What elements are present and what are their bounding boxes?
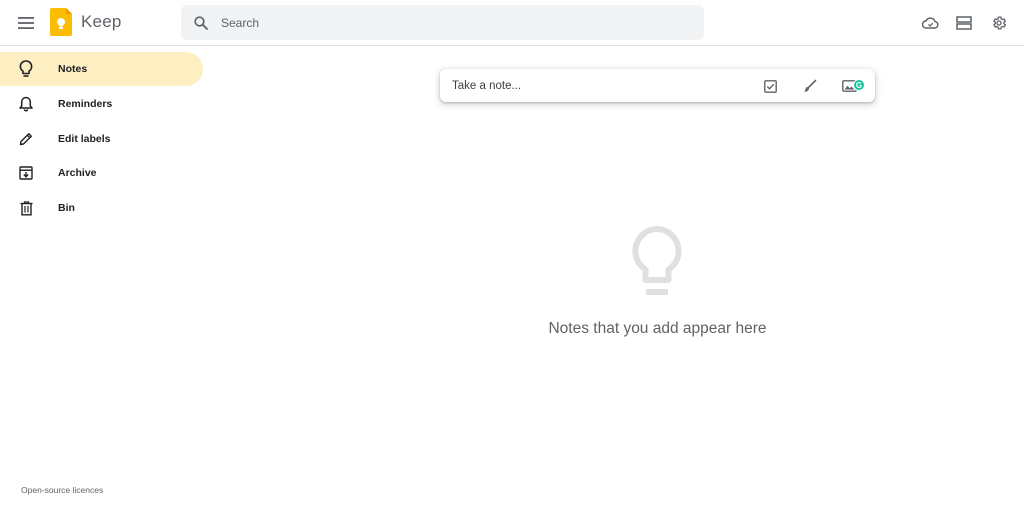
lightbulb-icon [16,59,36,79]
list-view-button[interactable] [948,7,980,39]
sidebar-item-reminders[interactable]: Reminders [0,87,203,121]
search-icon [194,15,208,30]
settings-icon [993,16,1007,30]
empty-state-message: Notes that you add appear here [548,320,767,337]
sidebar: Notes Reminders Edit labels Archive Bin [0,52,210,226]
new-list-button[interactable] [759,75,781,97]
new-drawing-button[interactable] [799,75,821,97]
menu-icon [18,17,34,29]
search-button[interactable] [181,5,221,40]
sidebar-item-edit-labels[interactable]: Edit labels [0,122,203,156]
keep-logo[interactable] [50,8,72,36]
pencil-icon [16,129,36,149]
search-bar [181,5,704,40]
sidebar-item-label: Bin [58,202,75,215]
sidebar-item-label: Edit labels [58,132,111,145]
take-note-input[interactable] [452,77,752,95]
main-menu-button[interactable] [10,7,42,39]
sidebar-item-label: Notes [58,63,88,75]
lightbulb-icon [632,226,682,295]
sidebar-item-label: Archive [58,167,97,180]
search-input[interactable] [221,7,681,38]
sidebar-item-archive[interactable]: Archive [0,156,203,190]
open-source-licences-link[interactable]: Open-source licences [21,485,103,495]
app-title[interactable]: Keep [81,12,122,32]
grammarly-badge[interactable]: G [853,79,865,91]
sync-button[interactable] [914,7,946,39]
take-note-bar[interactable] [440,69,875,102]
archive-icon [16,163,36,183]
sidebar-item-notes[interactable]: Notes [0,52,203,86]
checkbox-icon [763,79,777,93]
list-view-icon [956,16,972,30]
sidebar-item-label: Reminders [58,97,113,110]
top-app-bar: Keep [0,0,1024,46]
cloud-icon [921,17,939,29]
settings-button[interactable] [983,7,1015,39]
brush-icon [804,79,817,92]
trash-icon [16,198,36,218]
bell-icon [16,94,36,114]
sidebar-item-bin[interactable]: Bin [0,191,203,225]
